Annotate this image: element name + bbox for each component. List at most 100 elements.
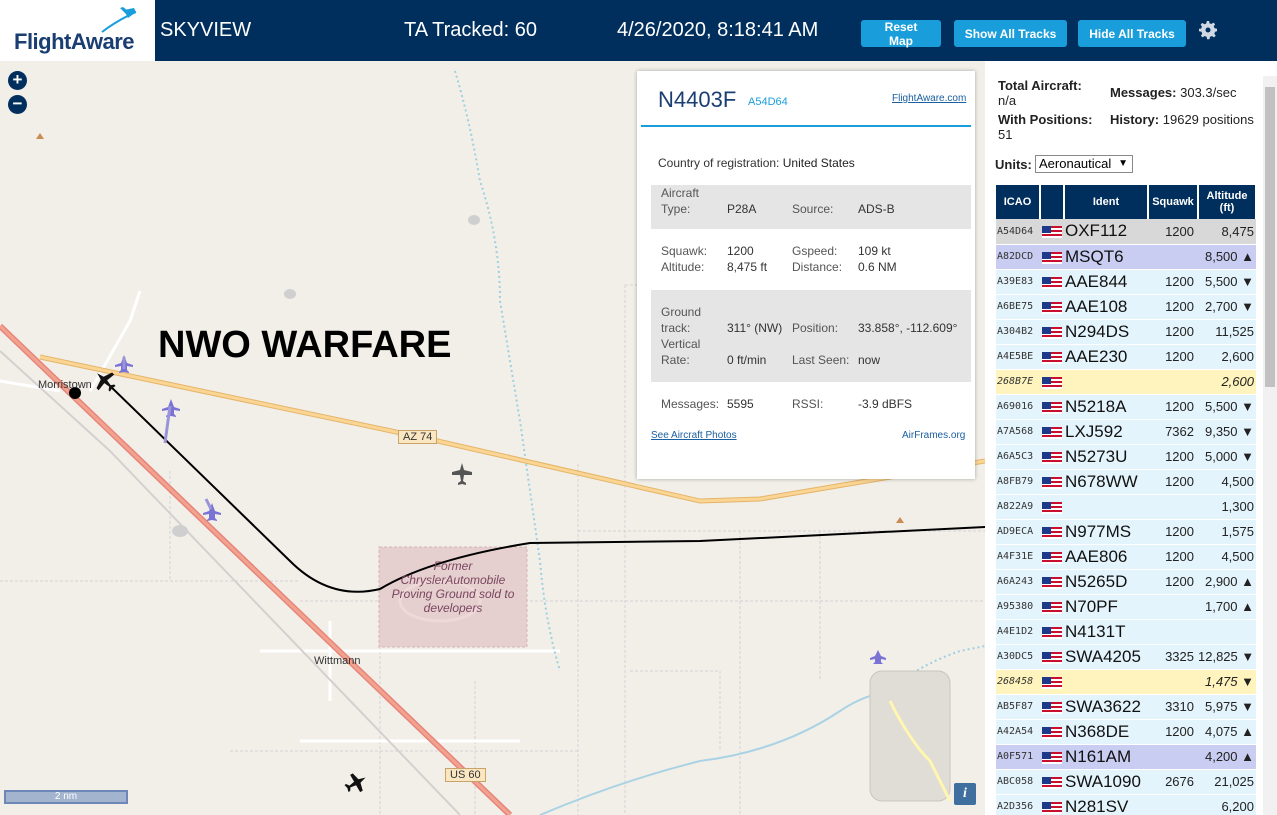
zoom-in-button[interactable]: + xyxy=(8,71,27,90)
messages-stat: Messages: 303.3/sec xyxy=(1110,85,1260,100)
row-icao: A82DCD xyxy=(996,244,1040,270)
aircraft-photos-link[interactable]: See Aircraft Photos xyxy=(651,430,737,441)
us-flag-icon xyxy=(1042,576,1062,589)
us-flag-icon xyxy=(1042,326,1062,339)
flightaware-logo[interactable]: FlightAware xyxy=(0,0,155,61)
us-flag-icon xyxy=(1042,401,1062,414)
row-icao: A4E1D2 xyxy=(996,619,1040,645)
row-altitude xyxy=(1198,619,1256,645)
row-icao: 268B7E xyxy=(996,369,1040,395)
current-datetime: 4/26/2020, 8:18:41 AM xyxy=(617,19,819,41)
show-all-tracks-button[interactable]: Show All Tracks xyxy=(954,20,1067,47)
distance-label: Distance: xyxy=(792,260,843,274)
table-row[interactable]: A6BE75 AAE108 1200 2,700 ▼ xyxy=(996,294,1256,320)
row-flag-cell xyxy=(1040,519,1064,545)
ground-track-label: Ground track: xyxy=(661,305,702,335)
table-row[interactable]: A7A568 LXJ592 7362 9,350 ▼ xyxy=(996,419,1256,445)
row-squawk: 1200 xyxy=(1148,469,1198,495)
table-row[interactable]: A6A5C3 N5273U 1200 5,000 ▼ xyxy=(996,444,1256,470)
row-ident: N70PF xyxy=(1064,594,1148,620)
row-squawk: 2676 xyxy=(1148,769,1198,795)
table-row[interactable]: ABC058 SWA1090 2676 21,025 xyxy=(996,769,1256,795)
popup-hex-link[interactable]: A54D64 xyxy=(748,96,788,108)
row-altitude: 1,475 ▼ xyxy=(1198,669,1256,695)
table-row[interactable]: A30DC5 SWA4205 3325 12,825 ▼ xyxy=(996,644,1256,670)
flightaware-link[interactable]: FlightAware.com xyxy=(892,93,966,104)
table-row[interactable]: A54D64 OXF112 1200 8,475 xyxy=(996,219,1256,245)
popup-row-squawk: Squawk: 1200 Gspeed: 109 kt Altitude: 8,… xyxy=(651,243,971,279)
row-squawk xyxy=(1148,594,1198,620)
row-altitude: 2,600 xyxy=(1198,369,1256,395)
us-flag-icon xyxy=(1042,626,1062,639)
table-row[interactable]: A4E1D2 N4131T xyxy=(996,619,1256,645)
table-row[interactable]: A82DCD MSQT6 8,500 ▲ xyxy=(996,244,1256,270)
row-squawk xyxy=(1148,494,1198,520)
row-altitude: 9,350 ▼ xyxy=(1198,419,1256,445)
country-label: Country of registration: xyxy=(658,156,780,170)
table-row[interactable]: A822A9 1,300 xyxy=(996,494,1256,520)
country-of-registration: Country of registration: United States xyxy=(658,156,855,170)
hide-all-tracks-button[interactable]: Hide All Tracks xyxy=(1078,20,1186,47)
row-flag-cell xyxy=(1040,794,1064,815)
table-row[interactable]: A2D356 N281SV 6,200 xyxy=(996,794,1256,815)
table-row[interactable]: A8FB79 N678WW 1200 4,500 xyxy=(996,469,1256,495)
row-ident: AAE230 xyxy=(1064,344,1148,370)
vertical-rate-value: 0 ft/min xyxy=(727,353,767,367)
rssi-label: RSSI: xyxy=(792,397,824,411)
popup-callsign: N4403F xyxy=(658,87,737,112)
table-row[interactable]: A6A243 N5265D 1200 2,900 ▲ xyxy=(996,569,1256,595)
col-header-squawk[interactable]: Squawk xyxy=(1148,185,1199,219)
us-flag-icon xyxy=(1042,651,1062,664)
road-shield-us60: US 60 xyxy=(445,768,486,782)
table-row[interactable]: A39E83 AAE844 1200 5,500 ▼ xyxy=(996,269,1256,295)
table-row[interactable]: A95380 N70PF 1,700 ▲ xyxy=(996,594,1256,620)
col-header-icao[interactable]: ICAO xyxy=(996,185,1041,219)
scrollbar-thumb[interactable] xyxy=(1265,87,1275,387)
us-flag-icon xyxy=(1042,226,1062,239)
us-flag-icon xyxy=(1042,601,1062,614)
table-row[interactable]: A0F571 N161AM 4,200 ▲ xyxy=(996,744,1256,770)
table-row[interactable]: A4E5BE AAE230 1200 2,600 xyxy=(996,344,1256,370)
table-row[interactable]: A304B2 N294DS 1200 11,525 xyxy=(996,319,1256,345)
table-row[interactable]: A4F31E AAE806 1200 4,500 xyxy=(996,544,1256,570)
gear-icon[interactable] xyxy=(1196,18,1220,42)
airframes-link[interactable]: AirFrames.org xyxy=(902,430,965,441)
gspeed-label: Gspeed: xyxy=(792,244,838,258)
messages-rate-value: 303.3/sec xyxy=(1180,85,1237,100)
us-flag-icon xyxy=(1042,776,1062,789)
table-header-row: ICAO Ident Squawk Altitude (ft) xyxy=(996,185,1256,219)
col-header-altitude[interactable]: Altitude (ft) xyxy=(1198,185,1256,219)
table-row[interactable]: 268458 1,475 ▼ xyxy=(996,669,1256,695)
row-squawk xyxy=(1148,244,1198,270)
table-row[interactable]: A69016 N5218A 1200 5,500 ▼ xyxy=(996,394,1256,420)
row-flag-cell xyxy=(1040,669,1064,695)
aircraft-table-container[interactable]: ICAO Ident Squawk Altitude (ft) A54D64 OX… xyxy=(996,185,1256,815)
row-flag-cell xyxy=(1040,369,1064,395)
col-header-flag[interactable] xyxy=(1040,185,1065,219)
us-flag-icon xyxy=(1042,726,1062,739)
units-select[interactable]: Aeronautical ▼ xyxy=(1035,155,1133,173)
with-positions-value: 51 xyxy=(998,127,1013,142)
row-altitude: 5,500 ▼ xyxy=(1198,269,1256,295)
row-ident: N4131T xyxy=(1064,619,1148,645)
row-altitude: 5,000 ▼ xyxy=(1198,444,1256,470)
table-row[interactable]: 268B7E 2,600 xyxy=(996,369,1256,395)
row-flag-cell xyxy=(1040,744,1064,770)
altitude-label: Altitude: xyxy=(661,260,705,274)
table-row[interactable]: AD9ECA N977MS 1200 1,575 xyxy=(996,519,1256,545)
col-header-ident[interactable]: Ident xyxy=(1064,185,1149,219)
row-icao: A8FB79 xyxy=(996,469,1040,495)
row-flag-cell xyxy=(1040,719,1064,745)
row-ident: N294DS xyxy=(1064,319,1148,345)
zoom-out-button[interactable]: − xyxy=(8,95,27,114)
messages-value: 5595 xyxy=(727,397,754,411)
reset-map-button[interactable]: Reset Map xyxy=(861,20,941,48)
table-row[interactable]: A42A54 N368DE 1200 4,075 ▲ xyxy=(996,719,1256,745)
row-ident xyxy=(1064,494,1148,520)
row-ident: AAE844 xyxy=(1064,269,1148,295)
info-icon[interactable]: i xyxy=(954,783,976,805)
table-row[interactable]: AB5F87 SWA3622 3310 5,975 ▼ xyxy=(996,694,1256,720)
row-altitude: 2,700 ▼ xyxy=(1198,294,1256,320)
row-flag-cell xyxy=(1040,319,1064,345)
us-flag-icon xyxy=(1042,701,1062,714)
